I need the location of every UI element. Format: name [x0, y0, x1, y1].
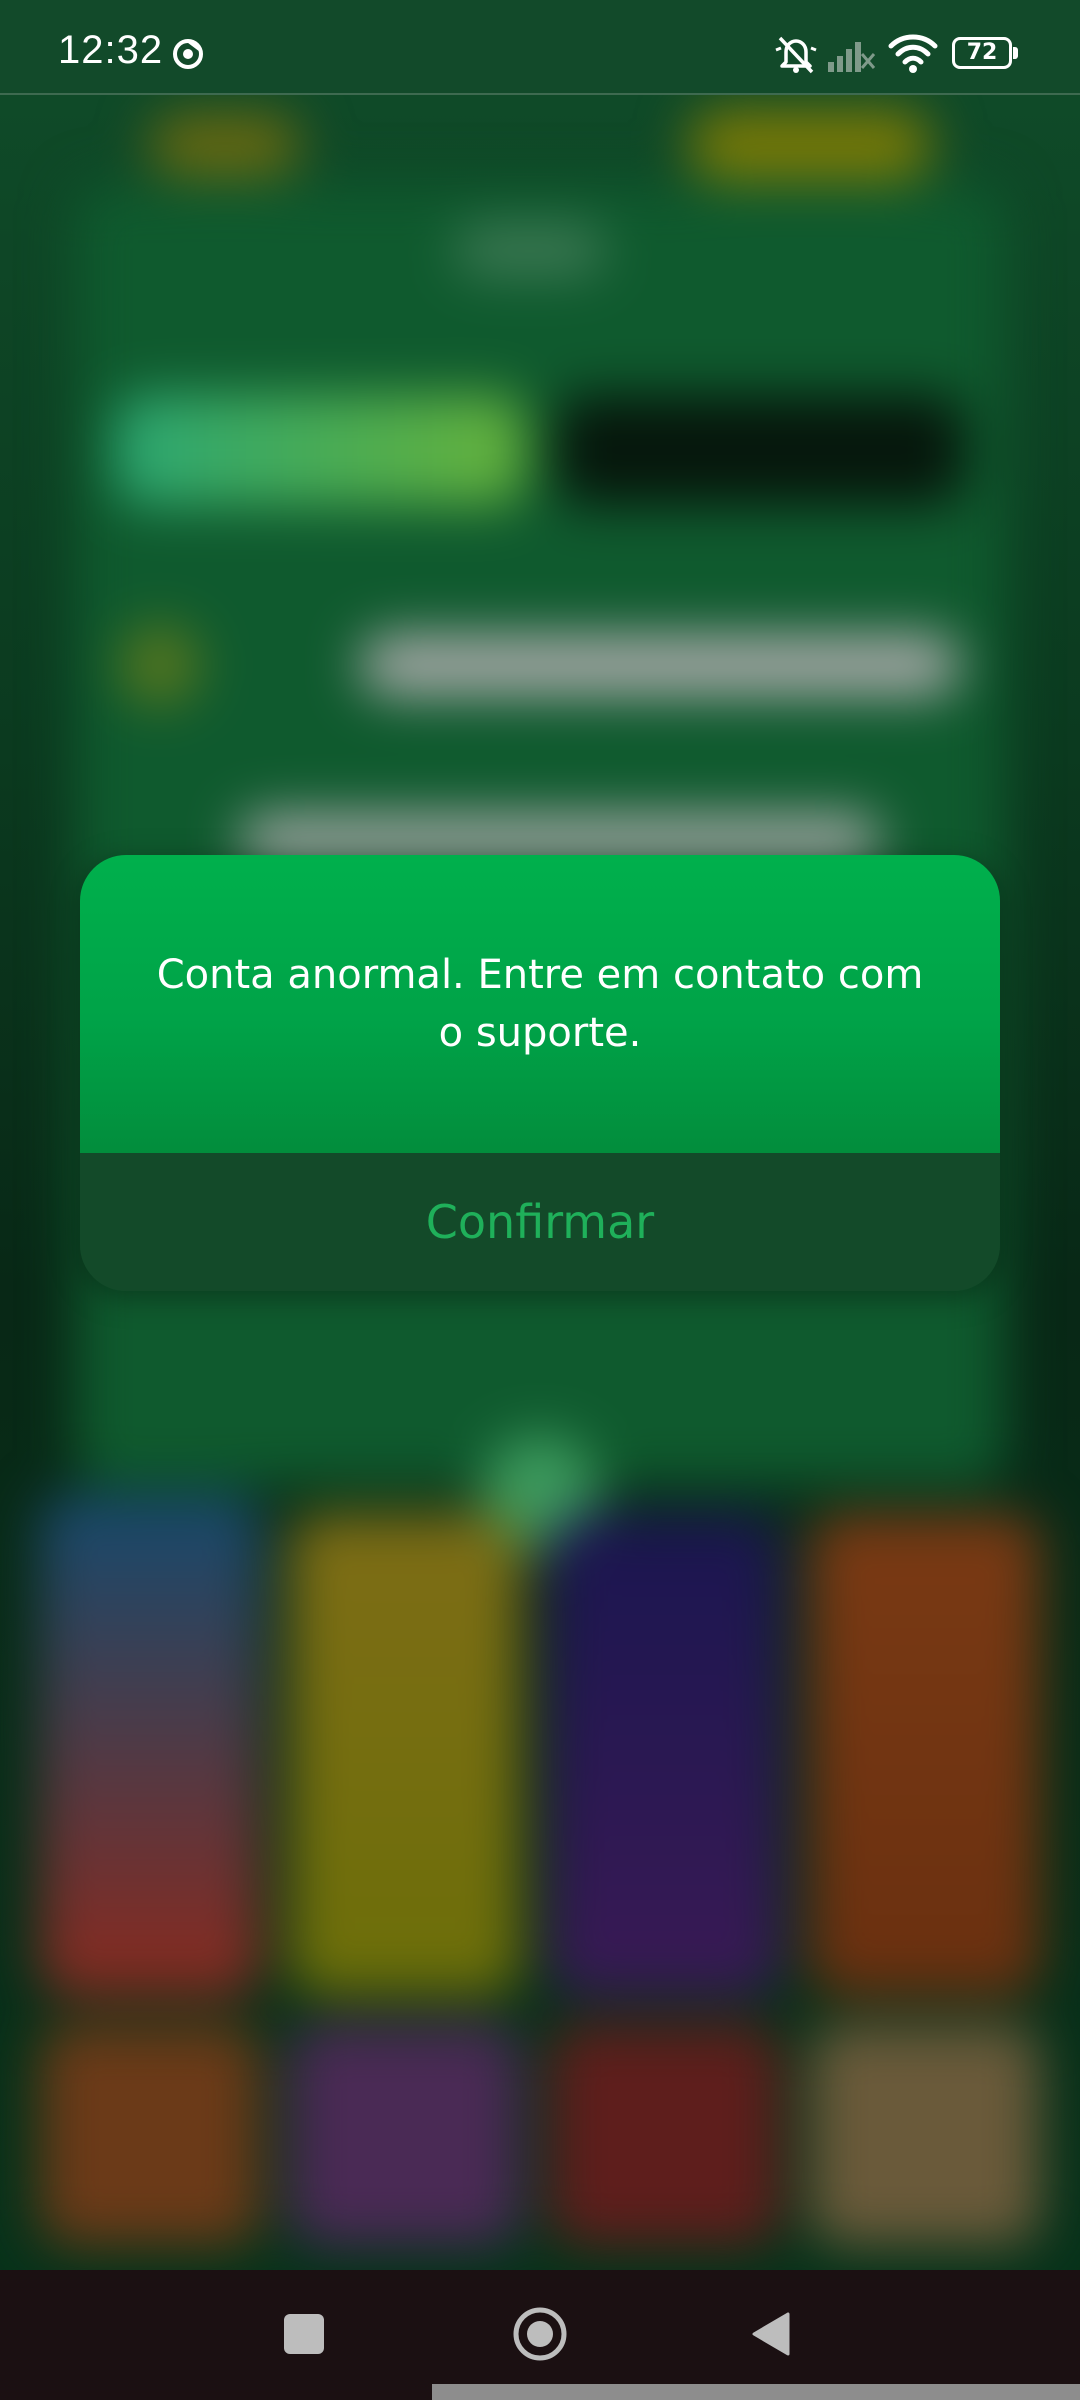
status-bar: 12:32 72: [0, 0, 1080, 95]
battery-icon: 72: [952, 37, 1018, 69]
dialog-body: Conta anormal. Entre em contato com o su…: [80, 855, 1000, 1153]
confirm-button[interactable]: Confirmar: [80, 1153, 1000, 1291]
dialog-footer: Confirmar: [80, 1153, 1000, 1291]
battery-level: 72: [966, 40, 998, 65]
signal-off-icon: [828, 42, 876, 72]
chrome-icon: [173, 39, 203, 69]
screen: 12:32 72 Conta anormal. Entre em contato…: [0, 0, 1080, 2400]
status-time: 12:32: [58, 28, 164, 72]
navigation-bar: [0, 2270, 1080, 2400]
home-icon[interactable]: [512, 2306, 568, 2362]
gesture-indicator: [432, 2384, 1080, 2400]
wifi-icon: [888, 34, 938, 73]
dnd-bell-off-icon: [775, 36, 817, 74]
recents-icon[interactable]: [284, 2314, 324, 2354]
back-icon[interactable]: [750, 2310, 792, 2358]
dialog-message: Conta anormal. Entre em contato com o su…: [156, 952, 924, 1056]
alert-dialog: Conta anormal. Entre em contato com o su…: [80, 855, 1000, 1291]
